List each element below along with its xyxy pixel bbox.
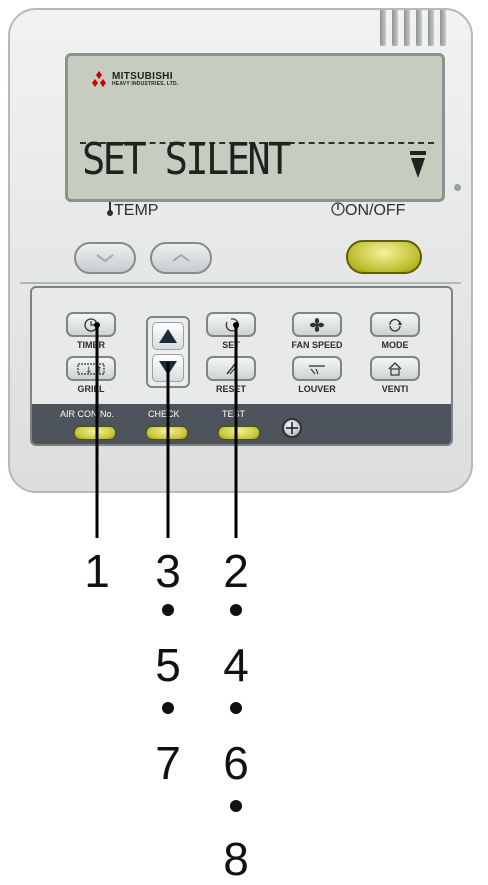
callout-number: 7	[155, 737, 181, 789]
separator-dot	[162, 604, 174, 616]
callout-number: 4	[223, 639, 249, 691]
callout-number: 5	[155, 639, 181, 691]
callout-number: 3	[155, 545, 181, 597]
separator-dot	[162, 702, 174, 714]
callout-number: 1	[84, 545, 110, 597]
separator-dot	[230, 800, 242, 812]
separator-dot	[230, 702, 242, 714]
callout-number: 2	[223, 545, 249, 597]
callout-number: 6	[223, 737, 249, 789]
callout-number: 8	[223, 833, 249, 885]
separator-dot	[230, 604, 242, 616]
